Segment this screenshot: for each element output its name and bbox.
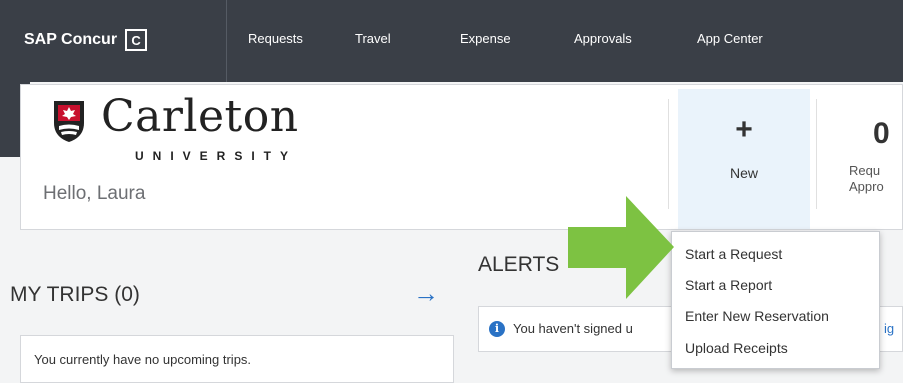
sap-concur-logo[interactable]: SAP Concur C xyxy=(14,22,157,58)
top-navigation-bar: SAP Concur C Requests Travel Expense App… xyxy=(0,0,903,82)
greeting-text: Hello, Laura xyxy=(43,183,146,204)
my-trips-panel: You currently have no upcoming trips. xyxy=(20,335,454,383)
info-icon: i xyxy=(489,321,505,337)
university-crest-icon xyxy=(54,101,84,142)
nav-item-requests[interactable]: Requests xyxy=(248,31,303,46)
alert-link[interactable]: ig xyxy=(884,321,894,336)
menu-item-start-request[interactable]: Start a Request xyxy=(685,246,782,262)
brand-name: SAP Concur xyxy=(24,31,118,48)
concur-c-icon: C xyxy=(125,29,148,51)
requests-approval-count[interactable]: 0 xyxy=(873,117,890,151)
new-label: New xyxy=(729,165,758,181)
requests-approval-label[interactable]: Requ Appro xyxy=(849,163,903,195)
menu-item-start-report[interactable]: Start a Report xyxy=(685,277,772,293)
logo-subtitle: UNIVERSITY xyxy=(135,149,298,163)
nav-item-expense[interactable]: Expense xyxy=(460,31,511,46)
carleton-university-logo: Carleton UNIVERSITY xyxy=(43,91,303,167)
menu-item-upload-receipts[interactable]: Upload Receipts xyxy=(685,340,788,356)
nav-item-approvals[interactable]: Approvals xyxy=(574,31,632,46)
alerts-heading: ALERTS xyxy=(478,253,560,276)
menu-item-enter-reservation[interactable]: Enter New Reservation xyxy=(685,308,829,324)
nav-divider xyxy=(226,0,227,82)
home-header-card: Carleton UNIVERSITY Hello, Laura + New 0… xyxy=(20,84,903,230)
my-trips-heading: MY TRIPS (0) xyxy=(10,283,140,306)
tile-divider xyxy=(668,99,669,209)
logo-wordmark: Carleton xyxy=(101,91,299,142)
nav-item-app-center[interactable]: App Center xyxy=(697,31,763,46)
arrow-right-icon[interactable]: → xyxy=(413,278,439,309)
new-button[interactable]: + New xyxy=(678,89,810,229)
new-dropdown-menu: Start a Request Start a Report Enter New… xyxy=(671,231,880,369)
nav-item-travel[interactable]: Travel xyxy=(355,31,391,46)
alert-message: You haven't signed u xyxy=(513,321,633,336)
plus-icon: + xyxy=(735,113,753,146)
tile-divider xyxy=(816,99,817,209)
no-trips-message: You currently have no upcoming trips. xyxy=(34,352,252,367)
callout-arrow-icon xyxy=(568,196,674,299)
